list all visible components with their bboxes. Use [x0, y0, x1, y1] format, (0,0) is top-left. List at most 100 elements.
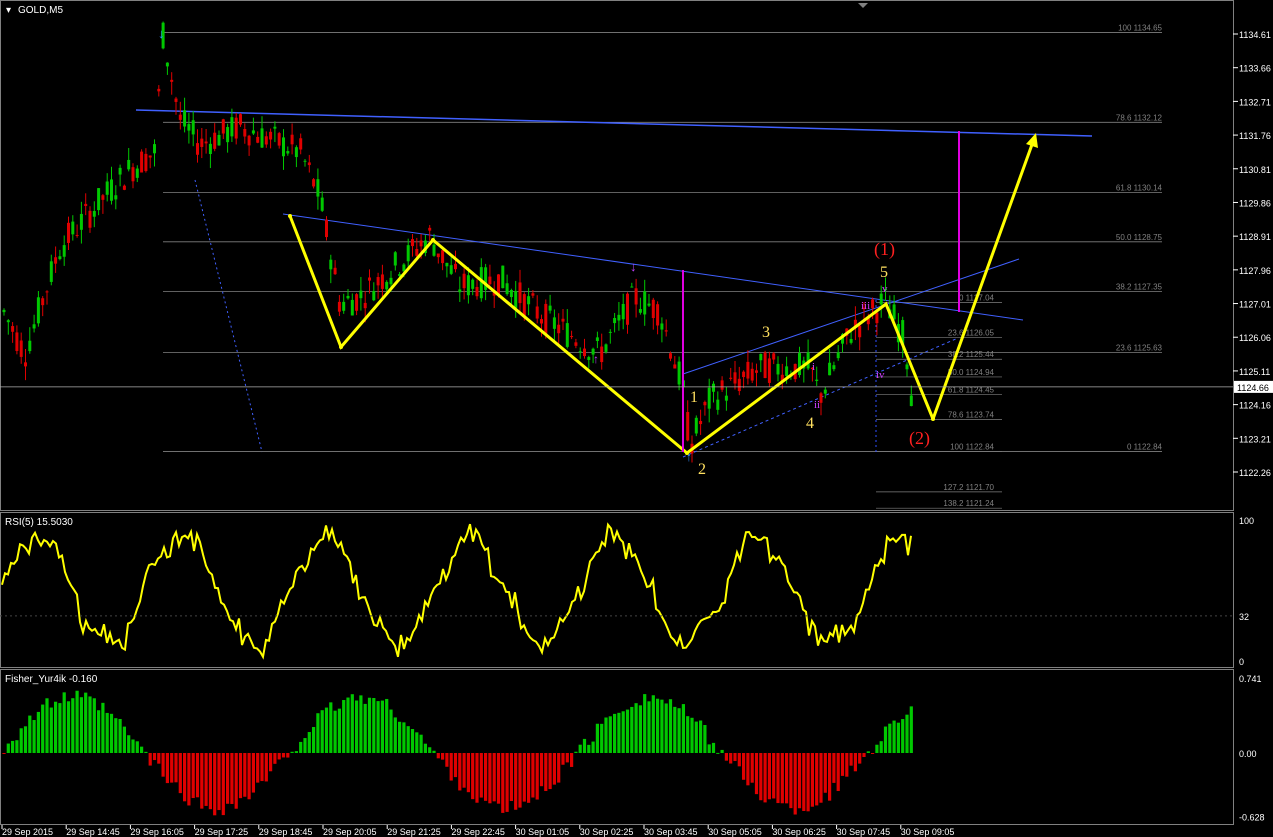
fisher-bar	[462, 753, 466, 788]
fisher-bar	[746, 753, 750, 786]
wave-label-major: (2)	[909, 428, 930, 449]
candle-body	[746, 361, 750, 379]
candle-body	[105, 181, 109, 195]
fisher-bar	[71, 698, 75, 753]
fisher-bar	[324, 707, 329, 753]
candle-body	[772, 353, 776, 360]
fisher-bar	[260, 753, 264, 782]
candle-body	[750, 368, 754, 381]
fisher-bar	[226, 753, 230, 804]
fisher-bar	[243, 753, 247, 797]
fisher-bar	[638, 705, 642, 753]
candle-body	[712, 383, 715, 392]
candle-body	[71, 221, 75, 235]
candle-body	[84, 203, 88, 207]
fisher-bar	[896, 722, 900, 753]
candle-body	[815, 379, 819, 382]
fisher-bar	[797, 753, 802, 809]
candle-body	[200, 138, 204, 147]
candle-body	[49, 261, 53, 282]
fisher-bar	[19, 728, 23, 753]
fisher-bar	[866, 751, 870, 753]
candle-body	[449, 265, 453, 274]
fisher-bar	[557, 753, 561, 783]
candle-body	[58, 256, 62, 260]
fisher-bar	[621, 711, 625, 753]
candle-body	[79, 213, 83, 230]
candle-body	[11, 326, 15, 332]
candle-body	[174, 98, 178, 102]
fisher-bar	[754, 753, 759, 795]
candle-body	[140, 151, 144, 173]
fisher-bar	[355, 700, 359, 753]
candle-body	[135, 168, 139, 178]
price-tick-label: 1122.26	[1239, 468, 1271, 478]
candle-body	[307, 162, 311, 166]
candle-body	[699, 421, 703, 425]
fisher-bar	[299, 741, 303, 753]
fisher-bar	[484, 753, 488, 801]
candle-body	[879, 293, 883, 305]
fisher-bar	[342, 700, 346, 753]
fisher-bar	[135, 741, 139, 753]
fisher-bar	[888, 723, 892, 753]
fisher-bar	[707, 744, 711, 753]
candle-body	[527, 296, 531, 305]
candle-body	[776, 363, 780, 375]
chart-title-icon[interactable]: ▾	[6, 5, 11, 16]
candle-body	[204, 141, 208, 144]
scroll-marker-icon[interactable]	[858, 3, 868, 8]
fisher-bar	[122, 726, 126, 753]
candle-body	[294, 147, 298, 158]
candle-body	[634, 288, 638, 305]
price-tick-label: 1131.76	[1239, 131, 1271, 141]
fisher-bar	[574, 751, 578, 753]
candle-body	[905, 364, 909, 370]
fisher-bar	[256, 753, 260, 783]
wave-label-minor: ii	[814, 399, 820, 411]
candle-body	[570, 336, 574, 338]
fib2-level-label: 138.2 1121.24	[943, 499, 994, 508]
rsi-title: RSI(5) 15.5030	[5, 517, 73, 528]
price-tick-label: 1132.71	[1239, 97, 1271, 107]
candle-body	[393, 252, 397, 266]
fisher-bar	[785, 753, 789, 804]
candle-body	[187, 124, 191, 131]
candle-body	[15, 332, 19, 351]
candle-body	[282, 137, 285, 157]
fisher-bar	[66, 701, 71, 753]
fisher-bar	[445, 753, 449, 767]
candle-body	[415, 248, 419, 256]
fib2-level-label: 100 1122.84	[950, 442, 994, 451]
candle-body	[600, 346, 604, 363]
time-tick-label: 30 Sep 05:05	[708, 827, 762, 837]
fisher-bar	[316, 713, 320, 753]
fisher-bar	[905, 714, 909, 753]
fisher-bar	[617, 712, 621, 753]
fisher-bar	[862, 753, 866, 758]
fisher-bar	[643, 694, 647, 753]
fib2-level-label: 78.6 1123.74	[948, 411, 995, 420]
fisher-bar	[591, 741, 595, 753]
candle-body	[823, 389, 827, 394]
candle-body	[656, 304, 660, 326]
trading-chart[interactable]: 100 1134.65 78.6 1132.12 61.8 1130.14 50.0 …	[0, 0, 1273, 837]
wave-label-minor: v	[882, 283, 888, 295]
fib-level-label: 61.8 1130.14	[1116, 184, 1163, 193]
price-tick-label: 1124.16	[1239, 401, 1271, 411]
fisher-bar	[281, 753, 286, 758]
fisher-bar	[183, 753, 187, 802]
candle-body	[686, 412, 690, 441]
price-tick-label: 1123.21	[1239, 434, 1271, 444]
current-price-label: 1124.66	[1237, 383, 1269, 393]
fisher-bar	[789, 753, 793, 809]
candle-body	[531, 293, 535, 296]
fisher-bar	[213, 753, 217, 816]
candle-body	[342, 301, 346, 311]
fisher-bar	[402, 722, 406, 753]
fisher-bar	[531, 753, 535, 798]
candle-body	[518, 282, 522, 304]
fisher-bar	[539, 753, 544, 787]
fisher-bar	[346, 697, 350, 753]
candle-body	[350, 299, 354, 316]
